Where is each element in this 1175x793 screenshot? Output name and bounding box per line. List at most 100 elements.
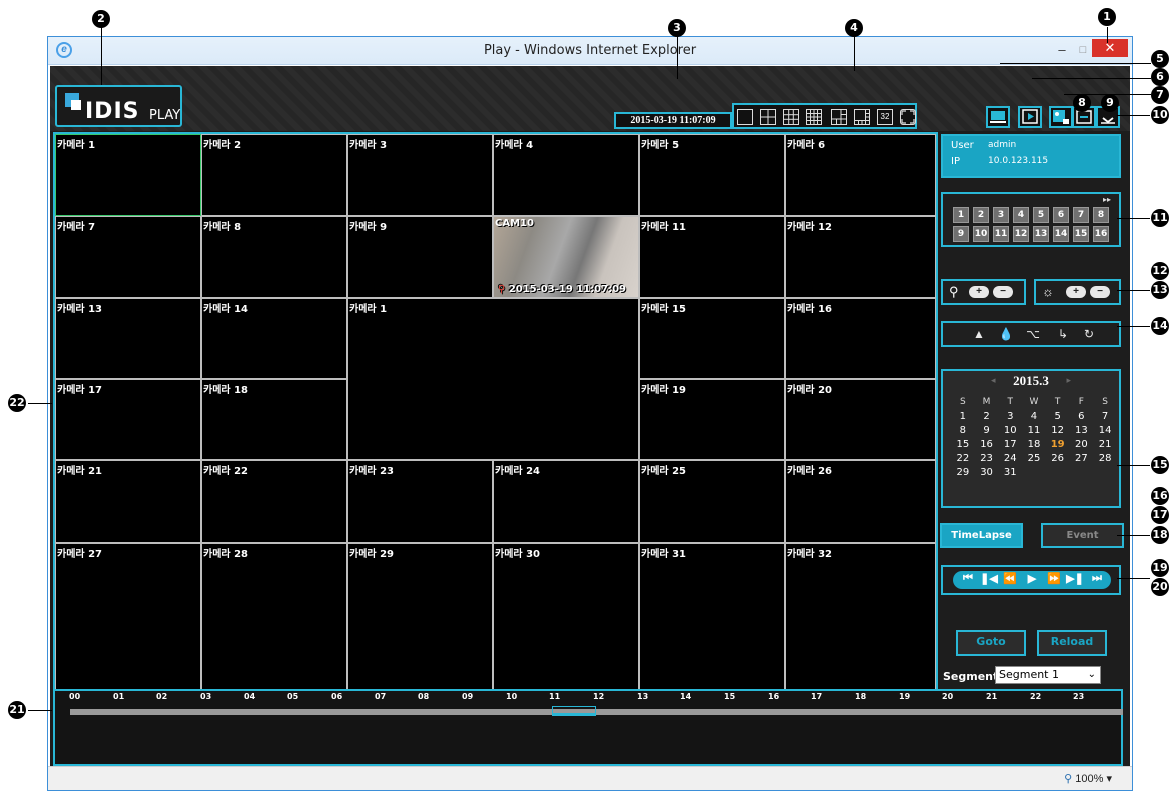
channel-button[interactable]: 12 (1013, 226, 1029, 242)
reload-button[interactable]: Reload (1037, 630, 1107, 656)
layout-3x3-button[interactable] (783, 109, 799, 125)
camera-cell[interactable]: 카메라 16 (785, 298, 936, 379)
camera-cell[interactable]: 카메라 32 (785, 543, 936, 707)
camera-cell[interactable]: 카메라 26 (785, 460, 936, 543)
channel-button[interactable]: 9 (953, 226, 969, 242)
channel-button[interactable]: 14 (1053, 226, 1069, 242)
timeline[interactable]: 00 01 02 03 04 05 06 07 08 09 10 11 12 1… (53, 689, 1123, 766)
calendar-day[interactable]: 30 (975, 465, 999, 479)
minimize-button[interactable]: ‒ (1054, 43, 1070, 57)
channel-button[interactable]: 11 (993, 226, 1009, 242)
calendar-day[interactable]: 3 (998, 409, 1022, 423)
equalizer-icon[interactable]: ⌥ (1025, 327, 1041, 341)
drop-icon[interactable]: 💧 (998, 327, 1014, 341)
title-bar[interactable]: e Play - Windows Internet Explorer ‒ □ ✕ (48, 37, 1132, 65)
calendar-day[interactable]: 4 (1022, 409, 1046, 423)
camera-cell[interactable]: 카메라 28 (201, 543, 347, 707)
zoom-in-button[interactable]: + (969, 286, 989, 298)
camera-cell[interactable]: 카메라 3 (347, 134, 493, 216)
layout-1plus7-button[interactable] (854, 109, 870, 125)
fast-forward-icon[interactable]: ⏩ (1045, 572, 1063, 585)
calendar-day[interactable]: 12 (1046, 423, 1070, 437)
camera-cell-cam10[interactable]: CAM10 ⚲ 2015-03-19 11:07:09 (493, 216, 639, 298)
calendar-day[interactable]: 22 (951, 451, 975, 465)
calendar-day[interactable]: 31 (998, 465, 1022, 479)
calendar-day[interactable]: 9 (975, 423, 999, 437)
calendar-day[interactable]: 11 (1022, 423, 1046, 437)
calendar-day[interactable]: 27 (1070, 451, 1094, 465)
triangle-icon[interactable]: ▲ (971, 327, 987, 341)
calendar-day[interactable]: 20 (1070, 437, 1094, 451)
camera-cell[interactable]: 카메라 22 (201, 460, 347, 543)
camera-cell[interactable]: 카메라 2 (201, 134, 347, 216)
camera-cell[interactable]: 카메라 14 (201, 298, 347, 379)
camera-cell[interactable]: 카메라 19 (639, 379, 785, 460)
camera-cell[interactable]: 카메라 1 (55, 134, 201, 216)
camera-cell[interactable]: 카메라 12 (785, 216, 936, 298)
layout-2x2-button[interactable] (760, 109, 776, 125)
camera-cell[interactable]: 카메라 23 (347, 460, 493, 543)
channel-button[interactable]: 8 (1093, 207, 1109, 223)
calendar-day[interactable]: 15 (951, 437, 975, 451)
calendar-day[interactable]: 1 (951, 409, 975, 423)
timelapse-button[interactable]: TimeLapse (940, 523, 1023, 548)
step-back-icon[interactable]: ❚◀ (980, 572, 998, 585)
calendar-day[interactable]: 26 (1046, 451, 1070, 465)
maximize-button[interactable]: □ (1076, 43, 1090, 57)
calendar-day[interactable]: 18 (1022, 437, 1046, 451)
camera-cell[interactable]: 카메라 30 (493, 543, 639, 707)
timeline-cursor[interactable] (552, 706, 596, 716)
calendar-day[interactable]: 21 (1093, 437, 1117, 451)
calendar-day[interactable]: 10 (998, 423, 1022, 437)
skip-to-start-icon[interactable]: ⏮ (959, 572, 977, 585)
refresh-icon[interactable]: ↻ (1081, 327, 1097, 341)
camera-cell[interactable]: 카메라 6 (785, 134, 936, 216)
camera-cell[interactable]: 카메라 7 (55, 216, 201, 298)
channel-button[interactable]: 1 (953, 207, 969, 223)
channel-button[interactable]: 16 (1093, 226, 1109, 242)
channel-button[interactable]: 3 (993, 207, 1009, 223)
live-monitor-button[interactable] (986, 106, 1010, 128)
goto-button[interactable]: Goto (956, 630, 1026, 656)
camera-cell[interactable]: 카메라 27 (55, 543, 201, 707)
camera-cell[interactable]: 카메라 21 (55, 460, 201, 543)
channel-next-page-icon[interactable]: ▸▸ (1103, 195, 1111, 204)
calendar-day[interactable]: 25 (1022, 451, 1046, 465)
camera-cell[interactable]: 카메라 4 (493, 134, 639, 216)
camera-cell[interactable]: 카메라 31 (639, 543, 785, 707)
layout-4x4-button[interactable] (806, 109, 822, 125)
channel-button[interactable]: 4 (1013, 207, 1029, 223)
calendar-day[interactable]: 24 (998, 451, 1022, 465)
camera-cell-large[interactable]: 카메라 1 (347, 298, 639, 460)
calendar-day[interactable]: 13 (1070, 423, 1094, 437)
skip-to-end-icon[interactable]: ⏭ (1088, 572, 1106, 585)
calendar-day-selected[interactable]: 19 (1046, 437, 1070, 451)
close-button[interactable]: ✕ (1092, 39, 1128, 57)
flow-icon[interactable]: ↳ (1055, 327, 1071, 341)
channel-button[interactable]: 6 (1053, 207, 1069, 223)
calendar-day[interactable]: 7 (1093, 409, 1117, 423)
camera-cell[interactable]: 카메라 13 (55, 298, 201, 379)
channel-button[interactable]: 5 (1033, 207, 1049, 223)
calendar-day[interactable]: 28 (1093, 451, 1117, 465)
camera-cell[interactable]: 카메라 8 (201, 216, 347, 298)
playback-button[interactable] (1018, 106, 1042, 128)
layout-32-button[interactable]: 32 (877, 109, 893, 125)
calendar-day[interactable]: 2 (975, 409, 999, 423)
event-button[interactable]: Event (1041, 523, 1124, 548)
brightness-down-button[interactable]: − (1090, 286, 1110, 298)
zoom-level[interactable]: ⚲ 100% ▾ (1064, 772, 1112, 785)
segment-select[interactable]: Segment 1 ⌄ (995, 666, 1101, 684)
calendar-day[interactable]: 8 (951, 423, 975, 437)
timeline-recording-bar[interactable] (70, 709, 1123, 715)
channel-button[interactable]: 2 (973, 207, 989, 223)
camera-cell[interactable]: 카메라 9 (347, 216, 493, 298)
camera-cell[interactable]: 카메라 25 (639, 460, 785, 543)
brightness-up-button[interactable]: + (1066, 286, 1086, 298)
fast-rewind-icon[interactable]: ⏪ (1001, 572, 1019, 585)
calendar-day[interactable]: 17 (998, 437, 1022, 451)
channel-button[interactable]: 7 (1073, 207, 1089, 223)
image-save-button[interactable] (1049, 106, 1073, 128)
layout-1x1-button[interactable] (737, 109, 753, 125)
calendar-day[interactable]: 16 (975, 437, 999, 451)
